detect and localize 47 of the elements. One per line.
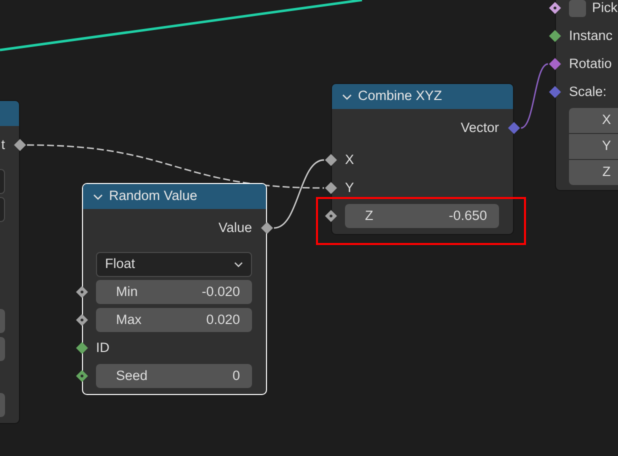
chevron-icon: [234, 260, 243, 268]
socket-label: ID: [96, 338, 110, 357]
socket-label: Instanc: [569, 26, 613, 45]
socket-icon[interactable]: [325, 210, 337, 222]
node-panel[interactable]: t: [0, 100, 20, 424]
socket-label: X: [345, 150, 354, 169]
number-field[interactable]: Z -0.650: [345, 204, 499, 228]
dropdown-menu-field[interactable]: Float: [96, 252, 252, 276]
chevron-icon[interactable]: [93, 192, 103, 202]
node-title: Combine XYZ: [358, 87, 442, 106]
link-wire[interactable]: [26, 144, 324, 189]
node-panel[interactable]: Random Value Value Float Min -0.020 Max 0.020 ID Seed 0: [82, 183, 267, 395]
node-panel[interactable]: Combine XYZ Vector X Y Z -0.650: [331, 83, 514, 235]
socket-label: Value: [218, 218, 252, 237]
number-field[interactable]: Seed 0: [96, 364, 252, 388]
socket-icon[interactable]: [508, 122, 520, 134]
node-panel[interactable]: Pick Instanc Rotatio Scale: X Y Z: [555, 0, 618, 191]
node-header[interactable]: Random Value: [83, 184, 266, 209]
socket-label: Y: [345, 178, 354, 197]
socket-icon[interactable]: [76, 342, 88, 354]
node-title: Random Value: [109, 187, 198, 206]
socket-icon[interactable]: [325, 182, 337, 194]
socket-icon[interactable]: [549, 86, 561, 98]
link-wire[interactable]: [0, 0, 362, 52]
vector-component-field[interactable]: X: [569, 108, 618, 133]
checkbox-label: Pick: [592, 0, 618, 17]
number-field[interactable]: Max 0.020: [96, 308, 252, 332]
socket-icon[interactable]: [549, 58, 561, 70]
socket-icon[interactable]: [549, 30, 561, 42]
chevron-icon[interactable]: [342, 92, 352, 102]
socket-icon[interactable]: [76, 314, 88, 326]
vector-component-field[interactable]: Y: [569, 134, 618, 159]
checkbox[interactable]: [569, 0, 586, 16]
socket-icon[interactable]: [76, 286, 88, 298]
socket-icon[interactable]: [325, 154, 337, 166]
socket-label: Rotatio: [569, 54, 612, 73]
socket-icon[interactable]: [261, 222, 273, 234]
socket-label: Scale:: [569, 82, 607, 101]
socket-label: Vector: [460, 118, 499, 137]
number-field[interactable]: Min -0.020: [96, 280, 252, 304]
socket-label: t: [1, 136, 5, 154]
socket-icon[interactable]: [76, 370, 88, 382]
vector-component-field[interactable]: Z: [569, 160, 618, 185]
socket-icon[interactable]: [14, 139, 26, 151]
link-wire[interactable]: [274, 159, 324, 229]
socket-icon[interactable]: [549, 2, 561, 14]
node-header[interactable]: Combine XYZ: [332, 84, 513, 109]
